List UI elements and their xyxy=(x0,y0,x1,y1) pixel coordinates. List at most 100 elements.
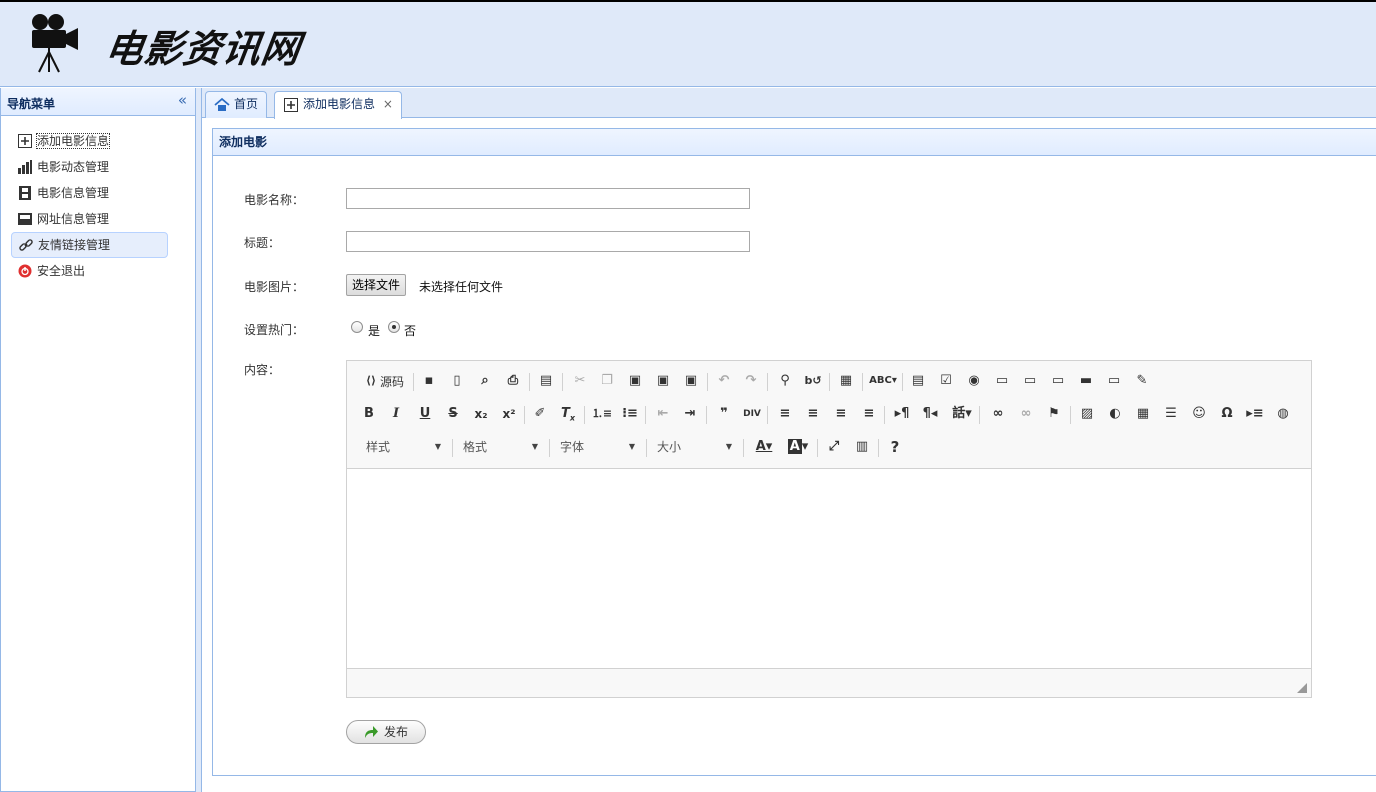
toolbar-separator xyxy=(562,373,563,391)
redo-icon[interactable]: ↷ xyxy=(740,370,762,392)
iframe-icon[interactable]: ◍ xyxy=(1272,403,1294,425)
templates-icon[interactable]: ▤ xyxy=(535,370,557,392)
underline-icon[interactable]: U xyxy=(414,403,436,425)
power-icon xyxy=(18,264,32,278)
numbered-list-icon[interactable]: ⒈≡ xyxy=(591,403,613,425)
paste-word-icon[interactable]: ▣ xyxy=(680,370,702,392)
cut-icon[interactable]: ✂ xyxy=(569,370,591,392)
paste-text-icon[interactable]: ▣ xyxy=(652,370,674,392)
title-input[interactable] xyxy=(346,231,750,252)
publish-button[interactable]: 发布 xyxy=(346,720,426,744)
replace-icon[interactable]: b↺ xyxy=(802,370,824,392)
toolbar-separator xyxy=(767,406,768,424)
form-icon[interactable]: ▤ xyxy=(907,370,929,392)
monitor-icon xyxy=(18,213,32,225)
table-icon[interactable]: ▦ xyxy=(1132,403,1154,425)
unlink-icon[interactable]: ∞ xyxy=(1015,403,1037,425)
nav-item-add-movie[interactable]: 添加电影信息 xyxy=(11,128,168,154)
tab-add-movie[interactable]: 添加电影信息 × xyxy=(274,91,402,119)
font-combo[interactable]: 字体 ▼ xyxy=(551,436,639,458)
div-container-icon[interactable]: DIV xyxy=(741,403,763,425)
undo-icon[interactable]: ↶ xyxy=(713,370,735,392)
format-combo[interactable]: 格式 ▼ xyxy=(454,436,542,458)
image-button-icon[interactable]: ▭ xyxy=(1103,370,1125,392)
radio-button-icon[interactable]: ◉ xyxy=(963,370,985,392)
page-break-icon[interactable]: ▸≡ xyxy=(1244,403,1266,425)
size-combo[interactable]: 大小 ▼ xyxy=(648,436,736,458)
toolbar-separator xyxy=(1070,406,1071,424)
outdent-icon[interactable]: ⇤ xyxy=(652,403,674,425)
collapse-left-icon[interactable]: « xyxy=(178,91,187,109)
nav-item-label: 电影信息管理 xyxy=(37,186,110,200)
tab-bar: 首页 添加电影信息 × xyxy=(202,88,1376,119)
textarea-icon[interactable]: ▭ xyxy=(1019,370,1041,392)
special-char-icon[interactable]: Ω xyxy=(1216,403,1238,425)
title-label: 标题： xyxy=(244,236,281,250)
smiley-icon[interactable]: ☺ xyxy=(1188,403,1210,425)
editor-toolbar-row-2: B I U S x₂ x² ✐ Tx ⒈≡ ⁝≡ ⇤ ⇥ ❞ DIV ≡ ≡ ≡… xyxy=(357,403,1297,427)
checkbox-icon[interactable]: ☑ xyxy=(935,370,957,392)
movie-name-input[interactable] xyxy=(346,188,750,209)
bold-icon[interactable]: B xyxy=(358,403,380,425)
publish-button-label: 发布 xyxy=(384,725,409,739)
hot-no-radio[interactable] xyxy=(388,321,400,333)
select-all-icon[interactable]: ▦ xyxy=(835,370,857,392)
image-icon[interactable]: ▨ xyxy=(1076,403,1098,425)
text-color-icon[interactable]: A▾ xyxy=(750,436,778,458)
nav-item-logout[interactable]: 安全退出 xyxy=(11,258,168,284)
rtl-icon[interactable]: ¶◂ xyxy=(919,403,941,425)
toolbar-separator xyxy=(862,373,863,391)
indent-icon[interactable]: ⇥ xyxy=(679,403,701,425)
nav-item-url-manage[interactable]: 网址信息管理 xyxy=(11,206,168,232)
anchor-icon[interactable]: ⚑ xyxy=(1043,403,1065,425)
show-blocks-icon[interactable]: ▥ xyxy=(851,436,873,458)
paste-icon[interactable]: ▣ xyxy=(624,370,646,392)
background-color-icon[interactable]: A ▾ xyxy=(784,436,812,458)
strikethrough-icon[interactable]: S xyxy=(442,403,464,425)
nav-item-movie-manage[interactable]: 电影信息管理 xyxy=(11,180,168,206)
add-document-icon xyxy=(284,98,298,112)
align-right-icon[interactable]: ≡ xyxy=(830,403,852,425)
nav-item-news-manage[interactable]: 电影动态管理 xyxy=(11,154,168,180)
hot-yes-radio[interactable] xyxy=(351,321,363,333)
tab-home[interactable]: 首页 xyxy=(205,91,268,118)
spellcheck-icon[interactable]: ABC▾ xyxy=(869,370,897,392)
resize-grip-icon[interactable] xyxy=(1297,683,1307,693)
new-page-icon[interactable]: ▯ xyxy=(446,370,468,392)
flash-icon[interactable]: ◐ xyxy=(1104,403,1126,425)
select-field-icon[interactable]: ▭ xyxy=(1047,370,1069,392)
subscript-icon[interactable]: x₂ xyxy=(470,403,492,425)
save-icon[interactable]: ▪ xyxy=(418,370,440,392)
superscript-icon[interactable]: x² xyxy=(498,403,520,425)
help-icon[interactable]: ? xyxy=(884,436,906,458)
justify-icon[interactable]: ≡ xyxy=(858,403,880,425)
horizontal-rule-icon[interactable]: ☰ xyxy=(1160,403,1182,425)
source-button-label[interactable]: 源码 xyxy=(380,373,404,390)
ltr-icon[interactable]: ▸¶ xyxy=(891,403,913,425)
preview-icon[interactable]: ⌕ xyxy=(474,370,496,392)
choose-file-button[interactable]: 选择文件 xyxy=(346,274,407,296)
source-icon[interactable]: ⟨⟩ xyxy=(360,370,382,392)
rich-text-editor: ⟨⟩ 源码 ▪ ▯ ⌕ ⎙ ▤ ✂ ❐ ▣ ▣ ▣ ↶ ↷ ⚲ b↺ ▦ ABC… xyxy=(346,360,1312,698)
maximize-icon[interactable]: ⤢ xyxy=(823,436,845,458)
toolbar-separator xyxy=(884,406,885,424)
link-icon[interactable]: ∞ xyxy=(987,403,1009,425)
bulleted-list-icon[interactable]: ⁝≡ xyxy=(619,403,641,425)
blockquote-icon[interactable]: ❞ xyxy=(713,403,735,425)
italic-icon[interactable]: I xyxy=(385,403,407,425)
tab-close-icon[interactable]: × xyxy=(383,97,393,111)
copy-format-icon[interactable]: ✐ xyxy=(529,403,551,425)
align-center-icon[interactable]: ≡ xyxy=(802,403,824,425)
remove-format-icon[interactable]: Tx xyxy=(557,403,579,425)
nav-item-link-manage[interactable]: 友情链接管理 xyxy=(11,232,168,258)
print-icon[interactable]: ⎙ xyxy=(502,370,524,392)
editor-content-area[interactable] xyxy=(347,468,1311,669)
language-icon[interactable]: 話▾ xyxy=(949,403,975,425)
button-field-icon[interactable]: ▬ xyxy=(1075,370,1097,392)
copy-icon[interactable]: ❐ xyxy=(596,370,618,392)
hidden-field-icon[interactable]: ✎ xyxy=(1131,370,1153,392)
text-field-icon[interactable]: ▭ xyxy=(991,370,1013,392)
find-icon[interactable]: ⚲ xyxy=(774,370,796,392)
align-left-icon[interactable]: ≡ xyxy=(774,403,796,425)
style-combo[interactable]: 样式 ▼ xyxy=(357,436,445,458)
